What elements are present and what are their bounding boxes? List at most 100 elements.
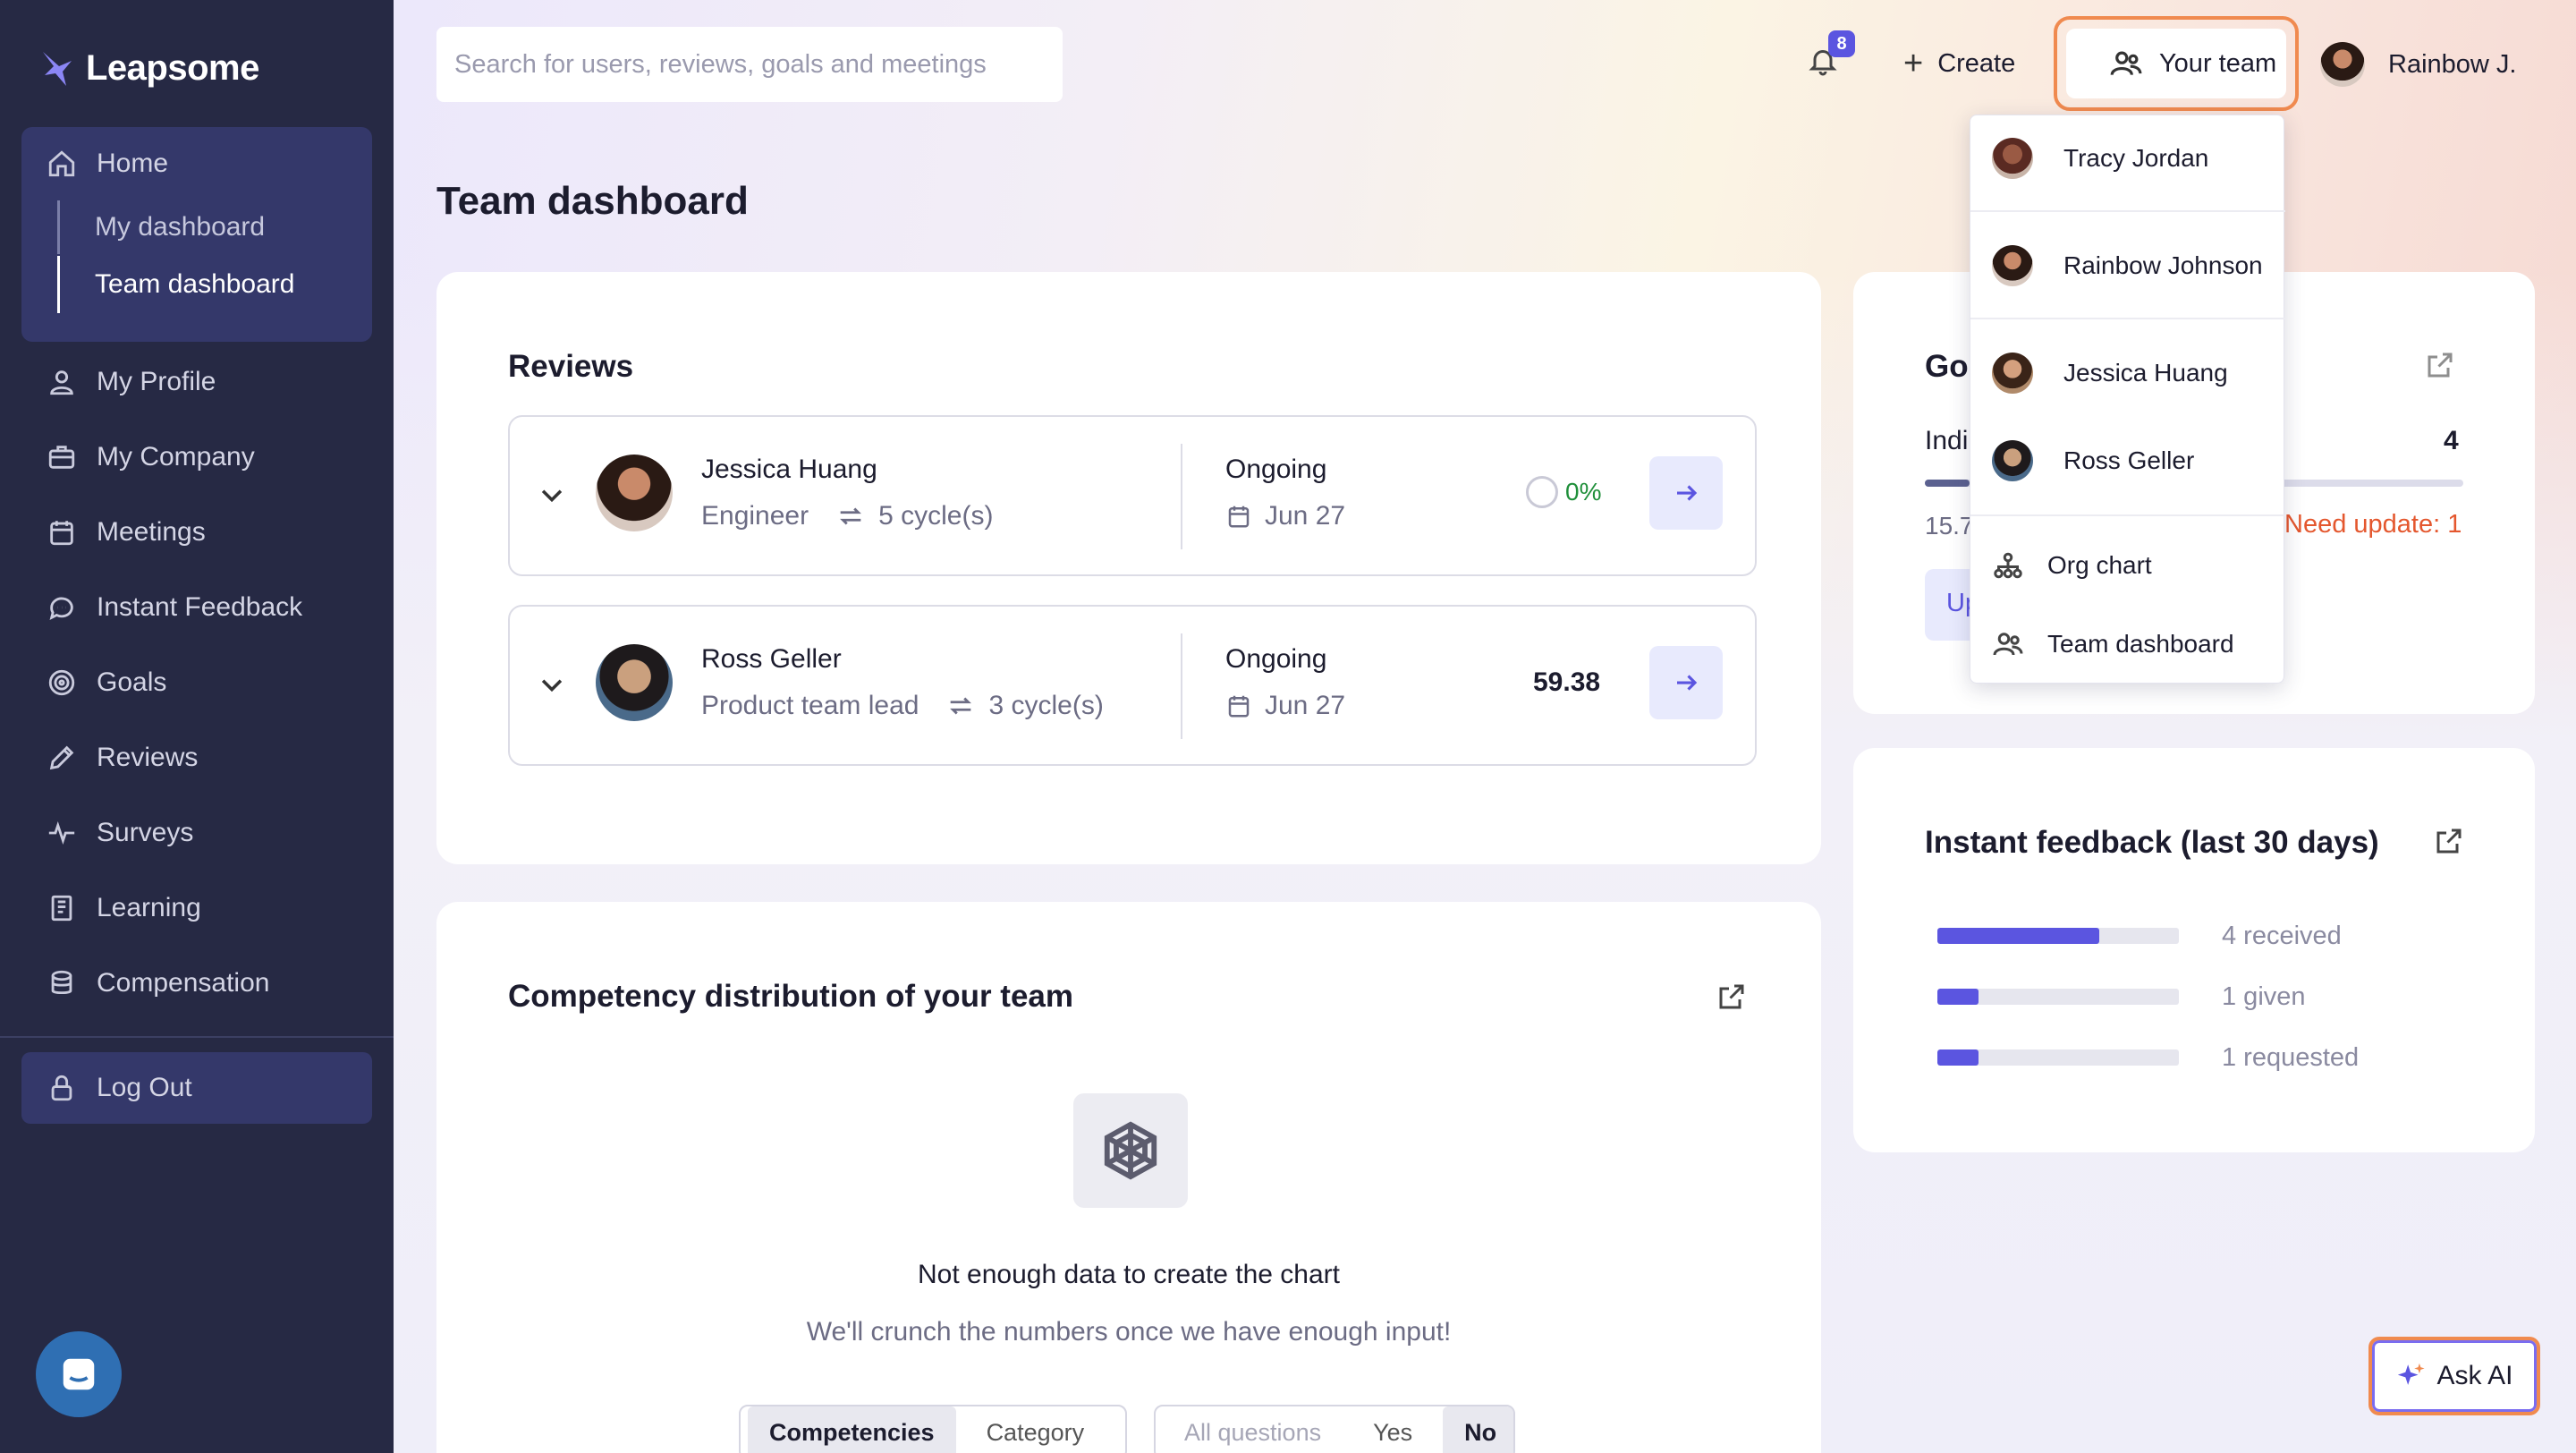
person-name: Ross Geller <box>2063 446 2195 474</box>
review-progress: 0% <box>1526 476 1601 508</box>
pulse-icon <box>48 821 75 845</box>
feedback-bar-track <box>1937 928 2179 944</box>
empty-state-title: Not enough data to create the chart <box>918 1260 1340 1289</box>
toggle-yes[interactable]: Yes <box>1352 1406 1434 1453</box>
sidebar-item-home[interactable]: Home <box>47 141 168 186</box>
sidebar-item-label: Instant Feedback <box>97 592 303 622</box>
toggle-category[interactable]: Category <box>965 1406 1106 1453</box>
sidebar-item-surveys[interactable]: Surveys <box>47 811 193 855</box>
sidebar-item-label: Compensation <box>97 968 270 998</box>
person-avatar <box>1992 353 2033 394</box>
reviews-card: Reviews Jessica Huang Engineer 5 cycle(s… <box>436 272 1821 864</box>
review-row: Jessica Huang Engineer 5 cycle(s) Ongoin… <box>508 415 1757 576</box>
menu-divider <box>1970 514 2285 516</box>
reviewee-role: Product team lead <box>701 691 919 720</box>
expand-row-button[interactable] <box>537 480 567 510</box>
expand-row-button[interactable] <box>537 669 567 700</box>
feedback-bar-track <box>1937 989 2179 1005</box>
sidebar-item-instant-feedback[interactable]: Instant Feedback <box>47 585 302 630</box>
sidebar-item-compensation[interactable]: Compensation <box>47 961 269 1006</box>
book-icon <box>51 895 72 922</box>
page-title: Team dashboard <box>436 179 749 223</box>
review-progress-label: 0% <box>1565 478 1602 506</box>
sidebar-item-learning[interactable]: Learning <box>47 886 201 930</box>
global-search-input[interactable]: Search for users, reviews, goals and mee… <box>436 27 1063 102</box>
menu-divider <box>1970 318 2285 319</box>
chat-bubble-icon <box>63 1358 95 1390</box>
your-team-button-focus-ring: Your team <box>2054 16 2299 111</box>
user-menu-button[interactable]: Rainbow J. <box>2320 39 2516 89</box>
open-feedback-button[interactable] <box>2433 825 2465 862</box>
sidebar-item-meetings[interactable]: Meetings <box>47 510 206 555</box>
team-menu-person[interactable]: Ross Geller <box>1992 434 2194 488</box>
team-menu-person[interactable]: Jessica Huang <box>1992 346 2228 400</box>
review-date: Jun 27 <box>1225 501 1345 531</box>
sidebar-item-label: Meetings <box>97 517 206 547</box>
competency-card: Competency distribution of your team Not… <box>436 902 1821 1453</box>
team-menu-person[interactable]: Rainbow Johnson <box>1992 239 2263 293</box>
team-menu-link-label: Team dashboard <box>2047 630 2234 658</box>
empty-chart-illustration <box>1073 1093 1188 1208</box>
sidebar-subitem-my-dashboard[interactable]: My dashboard <box>95 208 265 247</box>
sub-nav-active-line <box>57 256 60 313</box>
person-avatar <box>1992 245 2033 286</box>
ask-ai-button[interactable]: Ask AI <box>2368 1337 2540 1415</box>
toggle-all-questions[interactable]: All questions <box>1163 1406 1343 1453</box>
sidebar-item-my-profile[interactable]: My Profile <box>47 360 216 404</box>
feedback-bar-fill <box>1937 928 2099 944</box>
open-review-button[interactable] <box>1649 646 1723 719</box>
user-avatar <box>2320 42 2365 87</box>
reviews-title: Reviews <box>508 349 634 384</box>
reviewee-name[interactable]: Jessica Huang <box>701 455 877 485</box>
coins-icon <box>51 970 72 995</box>
open-competency-button[interactable] <box>1716 981 1748 1017</box>
brand-logo[interactable]: Leapsome <box>39 45 259 91</box>
create-button[interactable]: + Create <box>1903 41 2015 86</box>
sidebar-item-reviews[interactable]: Reviews <box>47 735 198 780</box>
plus-icon: + <box>1903 44 1924 82</box>
feedback-row-received: 4 received <box>1937 918 2342 954</box>
person-avatar <box>1992 138 2033 179</box>
sidebar-subitem-team-dashboard[interactable]: Team dashboard <box>95 265 294 304</box>
external-link-icon <box>2428 353 2453 378</box>
feedback-bar-fill <box>1937 989 1979 1005</box>
toggle-no[interactable]: No <box>1443 1406 1513 1453</box>
open-goals-button[interactable] <box>2424 349 2456 386</box>
feedback-bar-fill <box>1937 1049 1979 1066</box>
team-menu-org-chart[interactable]: Org chart <box>1992 543 2152 588</box>
ask-ai-label: Ask AI <box>2436 1361 2513 1390</box>
toggle-competencies[interactable]: Competencies <box>748 1406 956 1453</box>
sidebar-item-label: Learning <box>97 893 201 922</box>
goals-stat: 15.7 <box>1925 512 1974 540</box>
support-chat-button[interactable] <box>36 1331 122 1417</box>
person-name: Jessica Huang <box>2063 359 2228 387</box>
briefcase-icon <box>48 446 75 469</box>
reviewee-name[interactable]: Ross Geller <box>701 644 842 675</box>
chevron-down-icon <box>541 489 563 503</box>
review-score: 59.38 <box>1533 667 1601 697</box>
team-menu-person[interactable]: Tracy Jordan <box>1992 132 2208 185</box>
instant-feedback-title: Instant feedback (last 30 days) <box>1925 825 2379 860</box>
open-review-button[interactable] <box>1649 456 1723 530</box>
cycle-count: 5 cycle(s) <box>835 501 993 531</box>
your-team-button[interactable]: Your team <box>2066 29 2286 98</box>
view-toggle: Competencies Category <box>739 1405 1127 1453</box>
row-divider <box>1181 633 1182 739</box>
sidebar-item-goals[interactable]: Goals <box>47 660 166 705</box>
repeat-icon <box>950 697 972 715</box>
user-name: Rainbow J. <box>2388 49 2517 79</box>
person-name: Tracy Jordan <box>2063 144 2209 172</box>
team-menu-team-dashboard[interactable]: Team dashboard <box>1992 622 2234 667</box>
review-date: Jun 27 <box>1225 691 1345 721</box>
review-status: Ongoing <box>1225 455 1327 484</box>
feedback-bar-track <box>1937 1049 2179 1066</box>
home-icon <box>48 150 75 177</box>
reviewee-role: Engineer <box>701 501 809 531</box>
review-status: Ongoing <box>1225 644 1327 674</box>
sidebar-item-label: Home <box>97 149 169 178</box>
sidebar-item-my-company[interactable]: My Company <box>47 435 255 480</box>
logout-button[interactable]: Log Out <box>21 1052 372 1124</box>
calendar-icon <box>50 521 73 546</box>
repeat-icon <box>840 507 862 525</box>
sidebar-item-label: Surveys <box>97 818 194 847</box>
